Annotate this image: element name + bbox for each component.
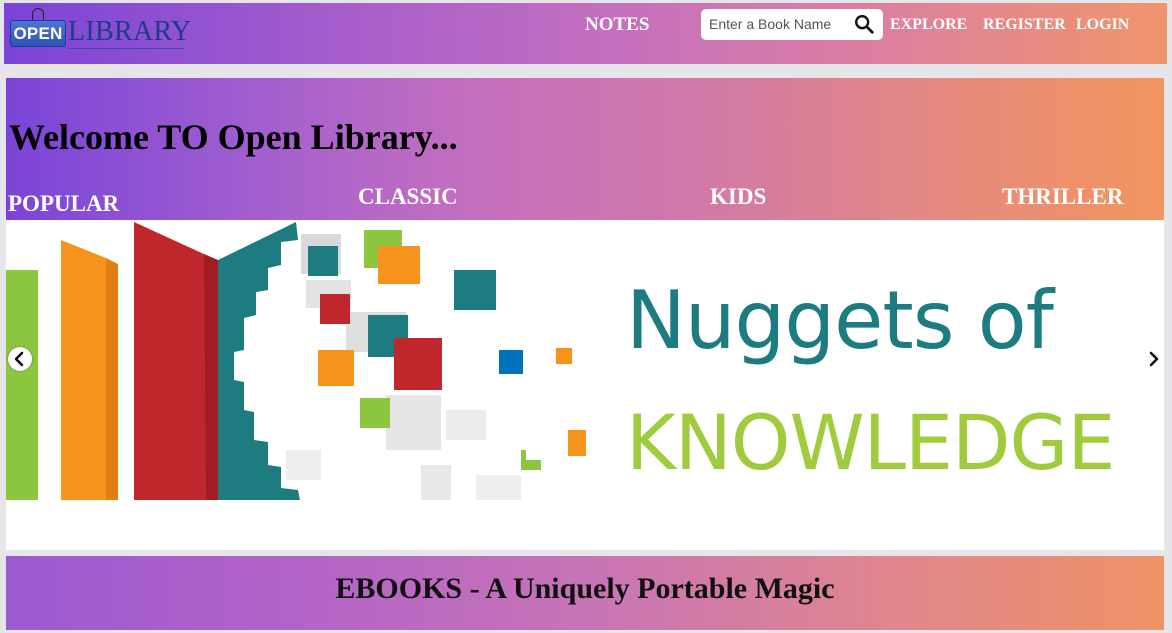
chevron-right-icon[interactable]: [1142, 347, 1164, 371]
spacer: [6, 500, 1164, 550]
logo-badge: OPEN: [10, 20, 66, 47]
search-input[interactable]: [709, 14, 837, 34]
hero-section: Welcome TO Open Library... POPULAR CLASS…: [6, 78, 1164, 220]
category-thriller[interactable]: THRILLER: [1002, 184, 1123, 210]
ebooks-heading: EBOOKS - A Uniquely Portable Magic: [335, 572, 835, 605]
welcome-heading: Welcome TO Open Library...: [9, 117, 458, 157]
chevron-left-icon[interactable]: [8, 347, 32, 371]
logo-underline: [68, 48, 184, 49]
search-icon[interactable]: [853, 13, 875, 35]
site-logo[interactable]: OPEN LIBRARY: [8, 8, 192, 55]
category-popular[interactable]: POPULAR: [8, 191, 119, 217]
carousel: Nuggets of KNOWLEDGE: [6, 220, 1164, 500]
slide-heading: Nuggets of: [626, 274, 1054, 367]
nav-register-link[interactable]: REGISTER: [983, 16, 1066, 34]
book-illustration: [6, 222, 586, 500]
category-kids[interactable]: KIDS: [710, 184, 766, 210]
logo-text: LIBRARY: [68, 16, 192, 47]
search-box: [701, 9, 883, 40]
nav-notes-link[interactable]: NOTES: [585, 14, 649, 36]
ebooks-banner: EBOOKS - A Uniquely Portable Magic: [6, 556, 1164, 630]
slide-subheading: KNOWLEDGE: [626, 398, 1115, 487]
navbar: OPEN LIBRARY NOTES EXPLORE REGISTER LOGI…: [4, 3, 1167, 64]
category-classic[interactable]: CLASSIC: [358, 184, 458, 210]
nav-login-link[interactable]: LOGIN: [1076, 16, 1129, 34]
nav-explore-link[interactable]: EXPLORE: [890, 16, 967, 34]
